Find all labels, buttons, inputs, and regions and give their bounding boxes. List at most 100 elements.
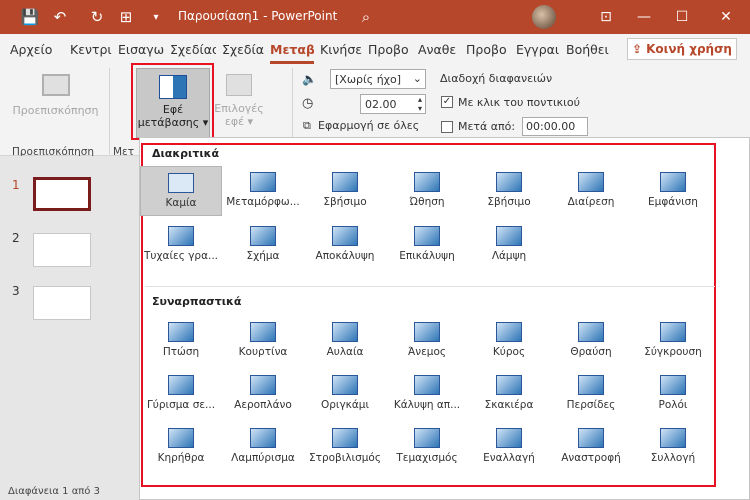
ribbon-display-icon[interactable]: ⊡: [594, 5, 618, 29]
transition-exciting-5[interactable]: Θραύση: [550, 316, 632, 366]
transition-exciting-20[interactable]: Συλλογή: [632, 422, 714, 472]
transition-subtle-3[interactable]: Ώθηση: [386, 166, 468, 216]
transition-thumbnail-icon: [578, 375, 604, 395]
transition-subtle-8[interactable]: Σχήμα: [222, 220, 304, 270]
share-button[interactable]: ⇪ Κοινή χρήση: [627, 38, 737, 60]
tab-recording[interactable]: Εγγραι: [516, 42, 560, 57]
transition-subtle-4[interactable]: Σβήσιμο: [468, 166, 550, 216]
share-icon: ⇪: [632, 42, 643, 56]
transition-exciting-17[interactable]: Τεμαχισμός: [386, 422, 468, 472]
effect-options-icon: [226, 74, 252, 96]
tab-view[interactable]: Προβο: [466, 42, 510, 57]
maximize-icon[interactable]: ☐: [670, 5, 694, 29]
transition-subtle-0[interactable]: Καμία: [140, 166, 222, 216]
transition-thumbnail-icon: [250, 172, 276, 192]
transition-thumbnail-icon: [660, 428, 686, 448]
tab-animations[interactable]: Κινήσει: [320, 42, 362, 57]
transition-subtle-10[interactable]: Επικάλυψη: [386, 220, 468, 270]
transition-exciting-15[interactable]: Λαμπύρισμα: [222, 422, 304, 472]
tab-review[interactable]: Αναθε: [418, 42, 460, 57]
highlight-box: [131, 63, 214, 140]
transition-label: Αυλαία: [326, 346, 364, 358]
transition-thumbnail-icon: [414, 322, 440, 342]
transition-label: Καμία: [165, 197, 197, 209]
search-icon[interactable]: ⌕: [356, 7, 376, 27]
tab-file[interactable]: Αρχείο: [10, 42, 58, 57]
transition-label: Τυχαίες γρα...: [143, 250, 219, 262]
transition-thumbnail-icon: [496, 322, 522, 342]
minimize-icon[interactable]: —: [632, 5, 656, 29]
transition-exciting-11[interactable]: Σκακιέρα: [468, 369, 550, 419]
apply-all-button[interactable]: Εφαρμογή σε όλες: [318, 119, 419, 132]
transition-label: Λάμψη: [491, 250, 527, 262]
transition-label: Επικάλυψη: [399, 250, 455, 262]
transition-exciting-0[interactable]: Πτώση: [140, 316, 222, 366]
duration-input[interactable]: 02.00 ▴ ▾: [360, 94, 426, 114]
transition-exciting-9[interactable]: Οριγκάμι: [304, 369, 386, 419]
status-bar: Διαφάνεια 1 από 3: [0, 482, 139, 500]
sound-select[interactable]: [Χωρίς ήχο] ⌄: [330, 69, 426, 89]
transition-exciting-13[interactable]: Ρολόι: [632, 369, 714, 419]
transition-subtle-9[interactable]: Αποκάλυψη: [304, 220, 386, 270]
transition-exciting-10[interactable]: Κάλυψη απ...: [386, 369, 468, 419]
transition-thumbnail-icon: [168, 428, 194, 448]
transition-exciting-6[interactable]: Σύγκρουση: [632, 316, 714, 366]
transition-label: Εναλλαγή: [483, 452, 535, 464]
transition-subtle-2[interactable]: Σβήσιμο: [304, 166, 386, 216]
stepper-icon[interactable]: ▴ ▾: [418, 95, 422, 113]
present-icon[interactable]: ⊞: [116, 7, 136, 27]
preview-button[interactable]: Προεπισκόπηση: [8, 70, 103, 117]
transition-exciting-8[interactable]: Αεροπλάνο: [222, 369, 304, 419]
transition-exciting-16[interactable]: Στροβιλισμός: [304, 422, 386, 472]
transition-exciting-4[interactable]: Κύρος: [468, 316, 550, 366]
tab-insert[interactable]: Εισαγω: [118, 42, 164, 57]
close-icon[interactable]: ✕: [714, 5, 738, 29]
slide-thumbnail-2[interactable]: [33, 233, 91, 267]
redo-icon[interactable]: ↻: [87, 7, 107, 27]
transition-subtle-11[interactable]: Λάμψη: [468, 220, 550, 270]
transition-thumbnail-icon: [332, 226, 358, 246]
slide-thumbnail-1[interactable]: [33, 177, 91, 211]
after-time-input[interactable]: 00:00.00: [522, 117, 588, 136]
section-subtle-title: Διακριτικά: [152, 147, 220, 160]
title-bar: 💾 ↶ ↻ ⊞ ▾ Παρουσίαση1 - PowerPoint ⌕ ⊡ —…: [0, 0, 750, 34]
transition-exciting-19[interactable]: Αναστροφή: [550, 422, 632, 472]
transition-thumbnail-icon: [250, 322, 276, 342]
transition-subtle-5[interactable]: Διαίρεση: [550, 166, 632, 216]
transition-label: Οριγκάμι: [320, 399, 370, 411]
transition-exciting-3[interactable]: Άνεμος: [386, 316, 468, 366]
slide-thumbnail-3[interactable]: [33, 286, 91, 320]
transition-label: Σύγκρουση: [644, 346, 702, 358]
on-click-checkbox[interactable]: ✓: [441, 96, 453, 108]
after-checkbox[interactable]: [441, 121, 453, 133]
transition-exciting-7[interactable]: Γύρισμα σε...: [140, 369, 222, 419]
transition-label: Σβήσιμο: [487, 196, 531, 208]
transition-thumbnail-icon: [168, 375, 194, 395]
transition-thumbnail-icon: [250, 375, 276, 395]
tab-design[interactable]: Σχεδία: [222, 42, 264, 57]
tab-slideshow[interactable]: Προβο: [368, 42, 412, 57]
customize-qat-icon[interactable]: ▾: [146, 7, 166, 27]
ribbon-separator: [292, 68, 293, 138]
transition-subtle-6[interactable]: Εμφάνιση: [632, 166, 714, 216]
transition-thumbnail-icon: [332, 172, 358, 192]
transition-exciting-12[interactable]: Περσίδες: [550, 369, 632, 419]
transition-exciting-18[interactable]: Εναλλαγή: [468, 422, 550, 472]
transition-subtle-7[interactable]: Τυχαίες γρα...: [140, 220, 222, 270]
transition-exciting-14[interactable]: Κηρήθρα: [140, 422, 222, 472]
tab-draw[interactable]: Σχεδίασ: [170, 42, 216, 57]
save-icon[interactable]: 💾: [20, 7, 40, 27]
avatar[interactable]: [532, 5, 556, 29]
slide-number: 1: [12, 178, 20, 192]
tab-help[interactable]: Βοήθει: [566, 42, 610, 57]
transition-subtle-1[interactable]: Μεταμόρφω...: [222, 166, 304, 216]
transition-thumbnail-icon: [168, 226, 194, 246]
tab-transitions[interactable]: Μεταβ: [270, 42, 314, 64]
transition-label: Γύρισμα σε...: [146, 399, 216, 411]
tab-home[interactable]: Κεντρι: [70, 42, 114, 57]
ribbon-separator: [109, 68, 110, 154]
undo-icon[interactable]: ↶: [50, 7, 70, 27]
transition-thumbnail-icon: [332, 428, 358, 448]
transition-exciting-2[interactable]: Αυλαία: [304, 316, 386, 366]
transition-exciting-1[interactable]: Κουρτίνα: [222, 316, 304, 366]
